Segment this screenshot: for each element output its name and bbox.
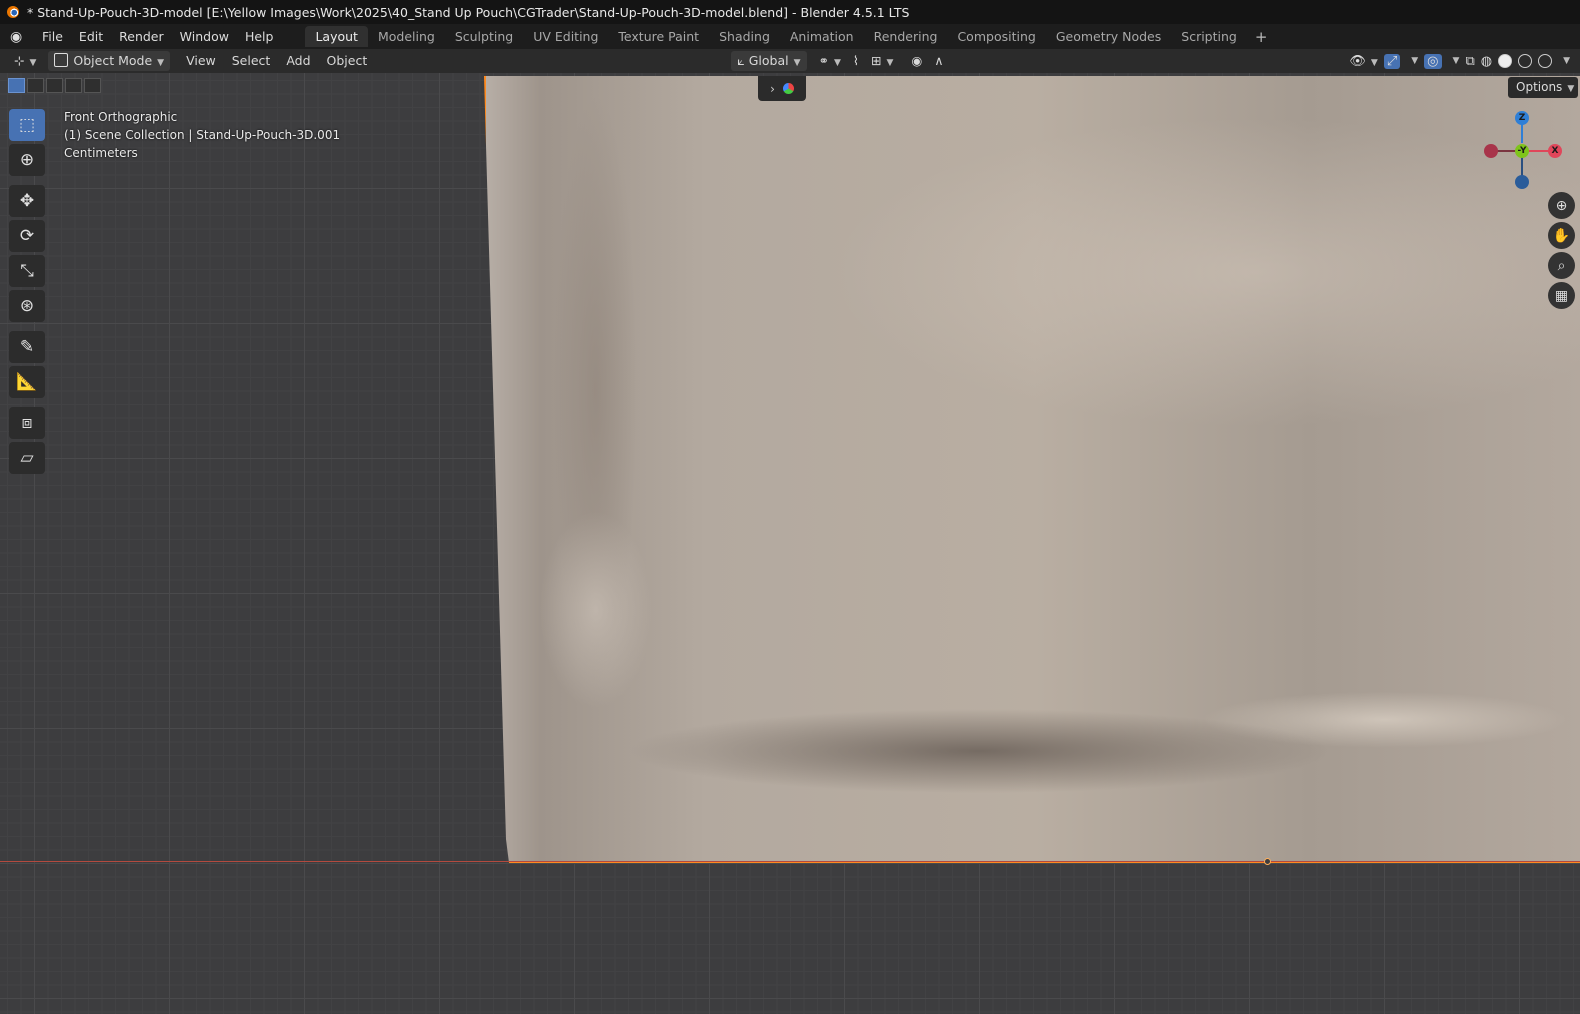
menu-render[interactable]: Render <box>111 24 172 49</box>
shading-dropdown-icon[interactable]: ▼ <box>1563 56 1570 66</box>
add-workspace-icon[interactable]: + <box>1247 28 1276 46</box>
transform-tool-icon[interactable]: ⊛ <box>9 290 45 322</box>
window-titlebar: * Stand-Up-Pouch-3D-model [E:\Yellow Ima… <box>0 0 1580 24</box>
scene-collection-label: (1) Scene Collection | Stand-Up-Pouch-3D… <box>64 128 341 142</box>
shear-tool-icon[interactable]: ▱ <box>9 442 45 474</box>
visibility-icon[interactable]: 👁 ▼ <box>1349 54 1377 69</box>
view-name: Front Orthographic <box>64 110 178 124</box>
annotate-tool-icon[interactable]: ✎ <box>9 331 45 363</box>
gizmo-neg-y-axis[interactable]: -Y <box>1515 144 1529 158</box>
gizmo-toggle-icon[interactable]: ⤢ <box>1383 53 1401 69</box>
select-invert-icon[interactable] <box>65 78 82 93</box>
blender-logo-icon <box>7 6 19 18</box>
object-mode-icon <box>54 53 69 67</box>
menu-add[interactable]: Add <box>280 51 316 71</box>
move-tool-icon[interactable]: ✥ <box>9 185 45 217</box>
wireframe-shading-icon[interactable]: ◍ <box>1481 54 1492 69</box>
tab-rendering[interactable]: Rendering <box>864 26 948 47</box>
pan-hand-icon[interactable]: ✋ <box>1548 222 1575 249</box>
transform-orientation-dropdown[interactable]: ⟀ Global ▼ <box>731 51 807 71</box>
selection-mode-group <box>8 78 101 93</box>
xray-icon[interactable]: ⧉ <box>1465 54 1474 69</box>
menu-window[interactable]: Window <box>172 24 237 49</box>
chevron-right-icon: › <box>770 81 775 96</box>
overlay-toggle-icon[interactable]: ◎ <box>1424 53 1442 69</box>
tab-sculpting[interactable]: Sculpting <box>445 26 523 47</box>
select-new-icon[interactable] <box>8 78 25 93</box>
select-box-tool-icon[interactable]: ⬚ <box>9 109 45 141</box>
sidebar-collapse-tab[interactable]: › <box>758 76 806 101</box>
gizmo-neg-z-axis[interactable] <box>1515 175 1529 189</box>
gizmo-dropdown-icon[interactable]: ▼ <box>1411 56 1418 66</box>
gizmo-x-axis[interactable]: X <box>1548 144 1562 158</box>
blender-menu-icon[interactable]: ◉ <box>10 29 28 45</box>
menu-select[interactable]: Select <box>226 51 277 71</box>
tab-layout[interactable]: Layout <box>305 26 368 47</box>
window-title: * Stand-Up-Pouch-3D-model [E:\Yellow Ima… <box>27 4 910 20</box>
tab-scripting[interactable]: Scripting <box>1171 26 1247 47</box>
material-shading-icon[interactable] <box>1518 54 1533 68</box>
tab-uv-editing[interactable]: UV Editing <box>523 26 608 47</box>
mode-dropdown[interactable]: Object Mode ▼ <box>48 51 171 71</box>
menu-edit[interactable]: Edit <box>71 24 111 49</box>
tab-geometry-nodes[interactable]: Geometry Nodes <box>1046 26 1171 47</box>
tab-shading[interactable]: Shading <box>709 26 780 47</box>
proportional-edit-icon[interactable]: ◉ <box>905 51 928 71</box>
viewport-header: ⊹ ▼ Object Mode ▼ View Select Add Object ⟀… <box>0 49 1580 73</box>
menu-object[interactable]: Object <box>321 51 374 71</box>
menu-help[interactable]: Help <box>237 24 282 49</box>
top-menubar: ◉ File Edit Render Window Help Layout Mo… <box>0 24 1580 49</box>
navigation-gizmo[interactable]: Z -Y X <box>1484 111 1570 191</box>
tool-shelf: ⬚ ⊕ ✥ ⟳ ⤡ ⊛ ✎ 📐 ⧈ ▱ <box>9 109 47 477</box>
units-label: Centimeters <box>64 146 138 160</box>
scale-tool-icon[interactable]: ⤡ <box>9 255 45 287</box>
tab-animation[interactable]: Animation <box>780 26 864 47</box>
color-management-icon <box>782 83 794 94</box>
3d-viewport[interactable]: ⊹ ▼ Object Mode ▼ View Select Add Object ⟀… <box>0 49 1580 1014</box>
camera-view-icon[interactable]: ⌕ <box>1548 252 1575 279</box>
solid-shading-icon[interactable] <box>1498 54 1513 68</box>
viewport-info-overlay: Front Orthographic (1) Scene Collection … <box>64 108 340 162</box>
zoom-icon[interactable]: ⊕ <box>1548 192 1575 219</box>
tab-compositing[interactable]: Compositing <box>947 26 1045 47</box>
orientation-icon: ⟀ <box>737 53 749 68</box>
gizmo-neg-x-axis[interactable] <box>1484 144 1498 158</box>
tab-texture-paint[interactable]: Texture Paint <box>608 26 709 47</box>
pivot-point-icon[interactable]: ⚭ ▼ <box>813 51 847 71</box>
falloff-icon[interactable]: ∧ <box>928 51 949 71</box>
gizmo-z-axis[interactable]: Z <box>1515 111 1529 125</box>
measure-tool-icon[interactable]: 📐 <box>9 366 45 398</box>
workspace-tabs: Layout Modeling Sculpting UV Editing Tex… <box>305 24 1275 49</box>
select-intersect-icon[interactable] <box>84 78 101 93</box>
select-subtract-icon[interactable] <box>46 78 63 93</box>
tab-modeling[interactable]: Modeling <box>368 26 445 47</box>
editor-type-icon[interactable]: ⊹ ▼ <box>8 51 42 71</box>
options-dropdown[interactable]: Options ▼ <box>1508 77 1578 98</box>
pouch-mesh-object[interactable] <box>484 76 1580 863</box>
viewport-header-right: 👁 ▼ ⤢ ▼ ◎ ▼ ⧉ ◍ ▼ <box>1349 49 1570 73</box>
rendered-shading-icon[interactable] <box>1538 54 1553 68</box>
perspective-grid-icon[interactable]: ▦ <box>1548 282 1575 309</box>
snap-icon[interactable]: ⌇ <box>847 51 865 71</box>
add-cube-tool-icon[interactable]: ⧈ <box>9 407 45 439</box>
menu-file[interactable]: File <box>34 24 71 49</box>
snap-target-icon[interactable]: ⊞ ▼ <box>865 51 899 71</box>
cursor-tool-icon[interactable]: ⊕ <box>9 144 45 176</box>
menu-view[interactable]: View <box>180 51 222 71</box>
x-axis-line <box>0 861 1580 862</box>
overlay-dropdown-icon[interactable]: ▼ <box>1453 56 1460 66</box>
rotate-tool-icon[interactable]: ⟳ <box>9 220 45 252</box>
select-extend-icon[interactable] <box>27 78 44 93</box>
object-origin <box>1264 858 1271 865</box>
